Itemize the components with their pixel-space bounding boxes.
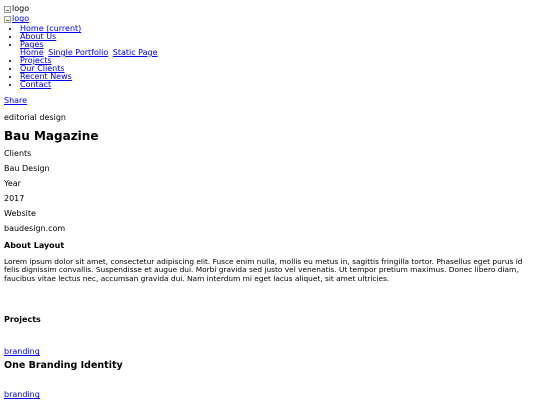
project-card-title: One Branding Identity xyxy=(4,360,123,372)
about-text: Lorem ipsum dolor sit amet, consectetur … xyxy=(4,257,523,283)
nav-item-about: About Us xyxy=(20,33,536,41)
year-value: 2017 xyxy=(4,194,25,203)
page: logo logo Home (current) About Us Pages … xyxy=(0,0,540,405)
nav-item-pages: Pages Home Single Portfolio Static Page xyxy=(20,41,536,57)
broken-image-icon xyxy=(4,5,11,13)
broken-image-icon xyxy=(4,15,11,23)
project-title: Bau Magazine xyxy=(4,129,99,143)
share-link[interactable]: Share xyxy=(4,96,27,105)
project-category-link[interactable]: branding xyxy=(4,347,40,356)
project-category-link[interactable]: branding xyxy=(4,390,40,399)
share-row: Share xyxy=(4,96,536,106)
project-card-category: branding xyxy=(4,390,536,400)
clients-label: Clients xyxy=(4,149,32,158)
submenu-link-single-portfolio[interactable]: Single Portfolio xyxy=(48,48,108,57)
nav-item-news: Recent News xyxy=(20,73,536,81)
nav-item-projects: Projects xyxy=(20,57,536,65)
nav-link-contact[interactable]: Contact xyxy=(20,80,51,89)
main-nav: Home (current) About Us Pages Home Singl… xyxy=(4,25,536,89)
nav-item-clients: Our Clients xyxy=(20,65,536,73)
project-card-category: branding xyxy=(4,347,536,357)
nav-item-contact: Contact xyxy=(20,81,536,89)
projects-heading: Projects xyxy=(4,315,41,325)
logo-alt-link[interactable]: logo xyxy=(12,14,29,24)
submenu-link-static-page[interactable]: Static Page xyxy=(113,48,158,57)
project-category: editorial design xyxy=(4,113,66,122)
pages-submenu: Home Single Portfolio Static Page xyxy=(20,49,536,57)
logo-alt-text: logo xyxy=(12,4,30,14)
nav-item-home: Home (current) xyxy=(20,25,536,33)
clients-value: Bau Design xyxy=(4,164,50,173)
website-label: Website xyxy=(4,209,36,218)
website-value: baudesign.com xyxy=(4,224,66,233)
logo-image-1: logo xyxy=(4,4,536,14)
year-label: Year xyxy=(4,179,21,188)
project-meta: Clients Bau Design Year 2017 Website bau… xyxy=(4,146,536,236)
logo-link[interactable]: logo xyxy=(4,14,536,24)
about-heading: About Layout xyxy=(4,241,65,250)
